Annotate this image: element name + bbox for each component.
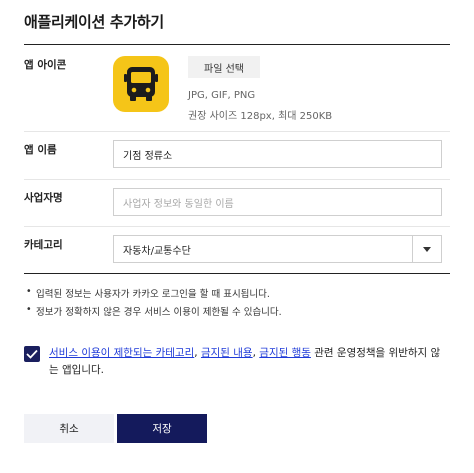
bullet-icon: •	[26, 286, 32, 297]
bottom-divider	[24, 273, 450, 274]
bus-icon	[124, 67, 158, 101]
file-size-hint: 권장 사이즈 128px, 최대 250KB	[188, 111, 333, 122]
app-name-input[interactable]: 기점 정류소	[113, 140, 442, 168]
prohibited-content-link[interactable]: 금지된 내용	[201, 347, 253, 359]
save-button[interactable]: 저장	[117, 414, 207, 443]
category-label: 카테고리	[24, 239, 63, 251]
agreement-checkbox[interactable]	[24, 346, 40, 362]
company-name-placeholder: 사업자 정보와 동일한 이름	[123, 198, 234, 210]
cancel-button[interactable]: 취소	[24, 414, 114, 443]
note-text: 정보가 정확하지 않은 경우 서비스 이용이 제한될 수 있습니다.	[36, 307, 282, 318]
company-name-label: 사업자명	[24, 192, 63, 204]
agreement-text: 서비스 이용이 제한되는 카테고리, 금지된 내용, 금지된 행동 관련 운영정…	[49, 345, 447, 379]
row-divider	[24, 226, 450, 227]
row-divider	[24, 179, 450, 180]
row-divider	[24, 131, 450, 132]
app-name-value: 기점 정류소	[123, 150, 173, 162]
file-format-hint: JPG, GIF, PNG	[188, 90, 256, 101]
file-select-button[interactable]: 파일 선택	[188, 56, 260, 78]
page-title: 애플리케이션 추가하기	[24, 13, 164, 31]
category-selected-value: 자동차/교통수단	[123, 245, 191, 257]
top-divider	[24, 44, 450, 45]
app-name-label: 앱 이름	[24, 144, 57, 156]
separator: ,	[194, 347, 201, 359]
checkmark-icon	[26, 349, 38, 359]
note-text: 입력된 정보는 사용자가 카카오 로그인을 할 때 표시됩니다.	[36, 289, 270, 300]
note-item: • 입력된 정보는 사용자가 카카오 로그인을 할 때 표시됩니다.	[26, 286, 270, 300]
bullet-icon: •	[26, 304, 32, 315]
category-select[interactable]: 자동차/교통수단	[113, 235, 442, 263]
chevron-down-icon[interactable]	[423, 247, 431, 252]
select-divider	[412, 236, 413, 262]
prohibited-behavior-link[interactable]: 금지된 행동	[259, 347, 311, 359]
company-name-input[interactable]: 사업자 정보와 동일한 이름	[113, 188, 442, 216]
restricted-category-link[interactable]: 서비스 이용이 제한되는 카테고리	[49, 347, 194, 359]
app-icon-label: 앱 아이콘	[24, 59, 67, 71]
note-item: • 정보가 정확하지 않은 경우 서비스 이용이 제한될 수 있습니다.	[26, 304, 282, 318]
app-icon-preview	[113, 56, 169, 112]
